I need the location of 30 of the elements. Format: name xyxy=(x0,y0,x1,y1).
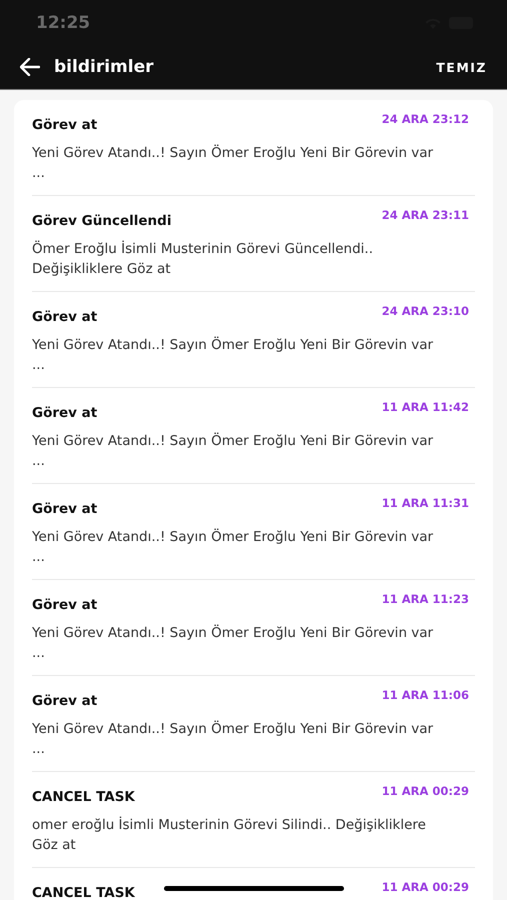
notification-title: Görev at xyxy=(32,693,98,709)
status-time: 12:25 xyxy=(36,12,90,32)
notification-time: 11 ARA 11:23 xyxy=(382,592,469,606)
notification-title: Görev at xyxy=(32,501,98,517)
notification-text: omer eroğlu İsimli Musterinin Görevi Silindi.. Değişikliklere Göz at xyxy=(32,816,427,855)
notification-text: Yeni Görev Atandı..! Sayın Ömer Eroğlu Yeni Bir Görevin var ... xyxy=(32,336,434,375)
notification-text: Yeni Görev Atandı..! Sayın Ömer Eroğlu Yeni Bir Görevin var ... xyxy=(32,144,434,183)
notification-title: Görev Güncellendi xyxy=(32,213,172,229)
notification-time: 11 ARA 00:29 xyxy=(382,784,469,798)
notification-time: 24 ARA 23:11 xyxy=(382,208,469,222)
notification-title: Görev at xyxy=(32,597,98,613)
notification-title: Görev at xyxy=(32,405,98,421)
notification-title: Görev at xyxy=(32,309,98,325)
notification-title: Görev at xyxy=(32,117,98,133)
back-arrow-icon[interactable] xyxy=(20,58,40,76)
notification-time: 11 ARA 11:42 xyxy=(382,400,469,414)
notification-title: CANCEL TASK xyxy=(32,789,135,805)
notification-time: 11 ARA 11:06 xyxy=(382,688,469,702)
notification-text: Yeni Görev Atandı..! Sayın Ömer Eroğlu Yeni Bir Görevin var ... xyxy=(32,432,434,471)
clear-button[interactable]: TEMIZ xyxy=(436,60,487,74)
notification-title: CANCEL TASK xyxy=(32,885,135,900)
notification-text: Ömer Eroğlu İsimli Musterinin Görevi Güncellendi.. Değişikliklere Göz at xyxy=(32,240,374,279)
notification-time: 11 ARA 00:29 xyxy=(382,880,469,894)
notification-text: Yeni Görev Atandı..! Sayın Ömer Eroğlu Yeni Bir Görevin var ... xyxy=(32,624,434,663)
notification-time: 11 ARA 11:31 xyxy=(382,496,469,510)
notification-time: 24 ARA 23:12 xyxy=(382,112,469,126)
notification-text: Yeni Görev Atandı..! Sayın Ömer Eroğlu Yeni Bir Görevin var ... xyxy=(32,720,434,759)
page-title: bildirimler xyxy=(54,57,154,77)
notification-text: Yeni Görev Atandı..! Sayın Ömer Eroğlu Yeni Bir Görevin var ... xyxy=(32,528,434,567)
notification-time: 24 ARA 23:10 xyxy=(382,304,469,318)
